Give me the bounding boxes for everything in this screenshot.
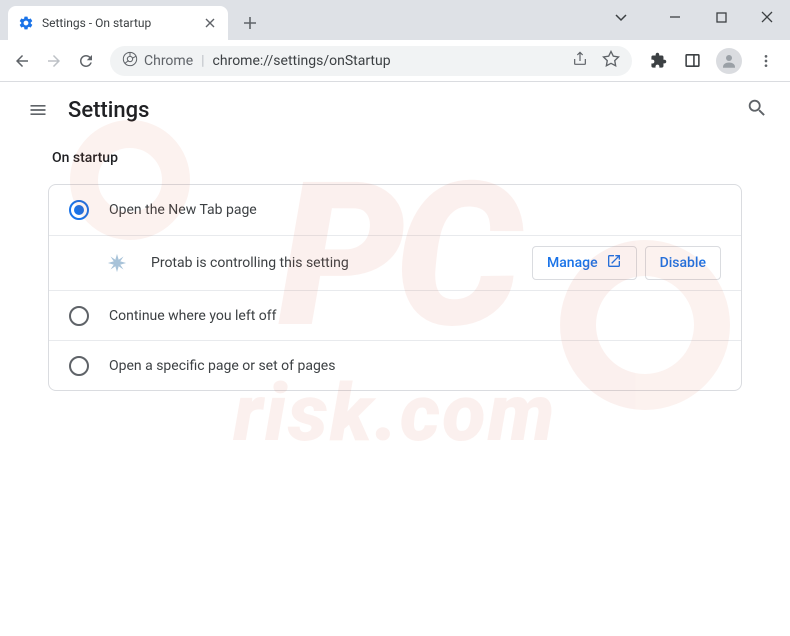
radio-unselected-icon[interactable] [69,356,89,376]
new-tab-button[interactable] [236,9,264,37]
startup-options-card: Open the New Tab page Protab is controll… [48,184,742,391]
option-label: Continue where you left off [109,308,721,324]
menu-dots-icon[interactable] [756,51,776,71]
back-button[interactable] [8,47,36,75]
search-icon[interactable] [746,97,768,123]
star-icon[interactable] [602,50,620,72]
sidepanel-icon[interactable] [682,51,702,71]
option-continue[interactable]: Continue where you left off [49,290,741,340]
extension-notice-row: Protab is controlling this setting Manag… [49,235,741,290]
close-icon[interactable] [202,15,218,31]
window-controls [598,0,790,34]
radio-unselected-icon[interactable] [69,306,89,326]
extensions-icon[interactable] [648,51,668,71]
extension-notice-text: Protab is controlling this setting [151,255,532,271]
minimize-button[interactable] [652,0,698,34]
chrome-icon [122,51,138,71]
radio-selected-icon[interactable] [69,200,89,220]
disable-button[interactable]: Disable [645,246,721,280]
forward-button[interactable] [40,47,68,75]
settings-header: Settings [0,82,790,138]
reload-button[interactable] [72,47,100,75]
profile-avatar[interactable] [716,48,742,74]
option-new-tab[interactable]: Open the New Tab page [49,185,741,235]
tab-title: Settings - On startup [42,16,194,30]
extension-icon [103,249,131,277]
section-title: On startup [48,150,742,166]
chevron-down-icon[interactable] [598,0,644,34]
external-link-icon [606,253,622,273]
address-bar[interactable]: Chrome | chrome://settings/onStartup [110,46,632,76]
browser-toolbar: Chrome | chrome://settings/onStartup [0,40,790,82]
page-title: Settings [68,98,149,123]
chrome-label: Chrome [144,53,193,69]
option-label: Open the New Tab page [109,202,721,218]
maximize-button[interactable] [698,0,744,34]
option-label: Open a specific page or set of pages [109,358,721,374]
option-specific-pages[interactable]: Open a specific page or set of pages [49,340,741,390]
address-url: chrome://settings/onStartup [213,53,391,69]
window-titlebar: Settings - On startup [0,0,790,40]
hamburger-icon[interactable] [20,92,56,128]
close-window-button[interactable] [744,0,790,34]
disable-button-label: Disable [660,255,706,271]
browser-tab[interactable]: Settings - On startup [8,6,228,40]
manage-button-label: Manage [547,255,598,271]
manage-button[interactable]: Manage [532,246,637,280]
address-separator: | [201,53,204,69]
gear-icon [18,15,34,31]
share-icon[interactable] [572,51,588,71]
settings-content: On startup Open the New Tab page Protab … [0,138,790,403]
